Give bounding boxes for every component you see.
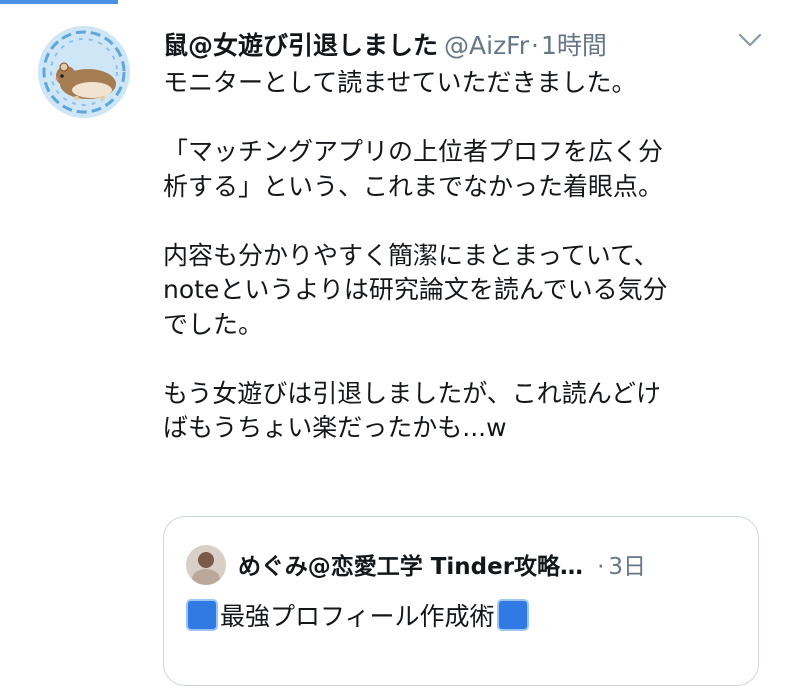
text-line: モニターとして読ませていただきました。 <box>163 68 637 97</box>
tweet-header: 鼠@女遊び引退しました @AizFr · 1時間 <box>163 26 730 60</box>
text-line: もう女遊びは引退しましたが、これ読んどけ <box>163 378 662 408</box>
top-accent-bar <box>0 0 118 4</box>
blue-square-emoji-icon <box>496 599 529 631</box>
quoted-display-name[interactable]: めぐみ@恋愛工学 Tinder攻略… <box>238 547 583 581</box>
text-line: 「マッチングアプリの上位者プロフを広く分 <box>163 137 664 166</box>
text-line: 内容も分かりやすく簡潔にまとまっていて、 <box>163 240 659 270</box>
paragraph: モニターとして読ませていただきました。 <box>163 66 783 101</box>
paragraph: もう女遊びは引退しましたが、これ読んどけ ばもうちょい楽だったかも...w <box>163 377 783 446</box>
avatar[interactable] <box>38 26 130 118</box>
paragraph: 「マッチングアプリの上位者プロフを広く分 析する」という、これまでなかった着眼点… <box>163 135 783 204</box>
quoted-text-content: 最強プロフィール作成術 <box>220 602 495 631</box>
text-line: 析する」という、これまでなかった着眼点。 <box>163 171 664 201</box>
quoted-avatar[interactable] <box>186 545 226 585</box>
text-line: でした。 <box>163 309 264 339</box>
quoted-timestamp[interactable]: 3日 <box>608 547 646 581</box>
separator-dot: · <box>597 554 605 580</box>
hamster-avatar-icon <box>38 26 130 118</box>
quoted-text: 最強プロフィール作成術 <box>186 597 529 633</box>
quoted-tweet-card[interactable]: めぐみ@恋愛工学 Tinder攻略… · 3日 最強プロフィール作成術 <box>163 516 759 686</box>
quoted-header: めぐみ@恋愛工学 Tinder攻略… · 3日 <box>238 547 736 581</box>
tweet-text: モニターとして読ませていただきました。 「マッチングアプリの上位者プロフを広く分… <box>163 66 783 446</box>
paragraph: 内容も分かりやすく簡潔にまとまっていて、 noteというよりは研究論文を読んでい… <box>163 239 783 343</box>
text-line: noteというよりは研究論文を読んでいる気分 <box>163 275 668 304</box>
chevron-down-icon[interactable] <box>737 32 763 48</box>
separator-dot: · <box>531 31 539 60</box>
blue-square-emoji-icon <box>186 599 218 631</box>
text-line: ばもうちょい楽だったかも...w <box>163 413 507 442</box>
timestamp[interactable]: 1時間 <box>541 26 607 62</box>
display-name[interactable]: 鼠@女遊び引退しました <box>163 26 438 62</box>
user-handle[interactable]: @AizFr <box>444 31 529 60</box>
